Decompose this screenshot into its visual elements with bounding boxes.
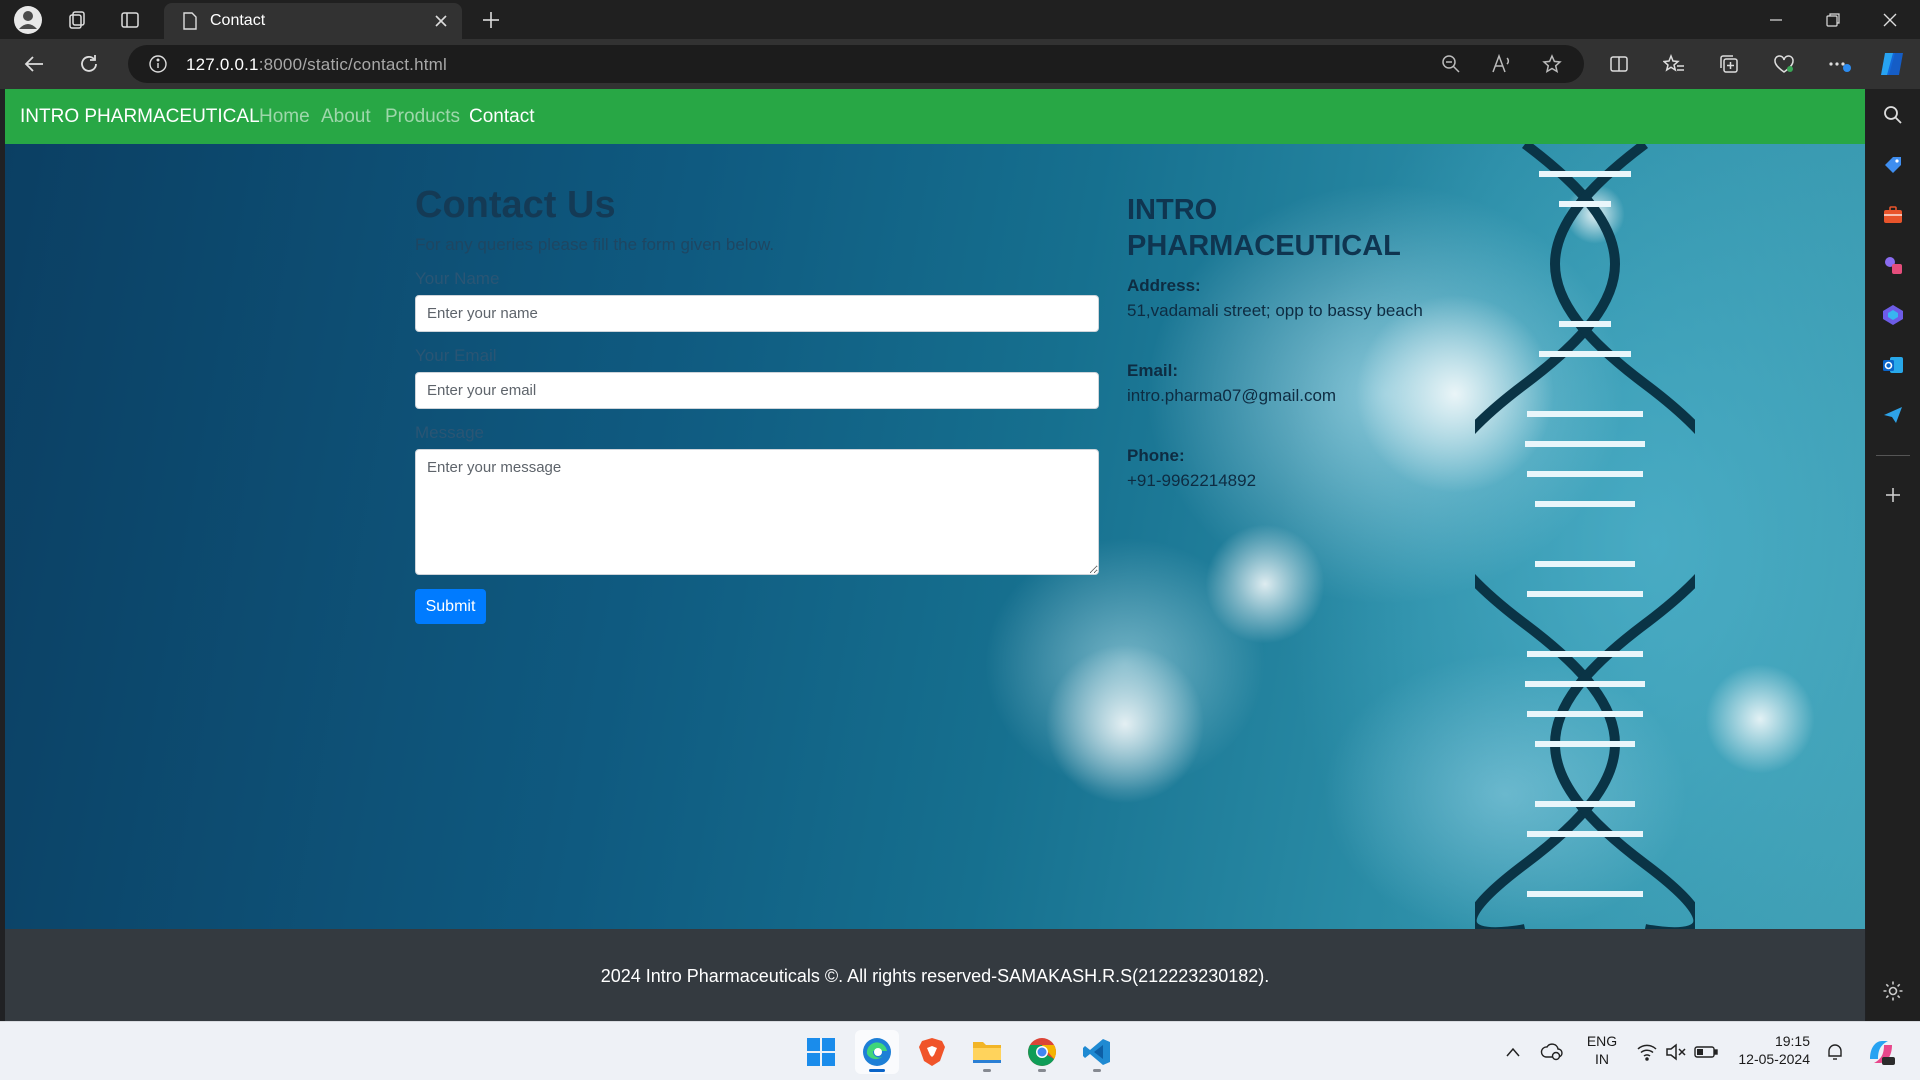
email-label: Your Email bbox=[415, 346, 497, 365]
language-indicator[interactable]: ENG IN bbox=[1582, 1032, 1622, 1068]
start-windows-icon[interactable] bbox=[799, 1030, 843, 1074]
favorites-icon[interactable] bbox=[1658, 48, 1690, 80]
volume-muted-icon[interactable] bbox=[1663, 1039, 1689, 1065]
footer-text: 2024 Intro Pharmaceuticals ©. All rights… bbox=[600, 966, 1270, 986]
contact-lead-text: For any queries please fill the form giv… bbox=[415, 235, 775, 254]
close-tab-icon[interactable] bbox=[430, 10, 452, 32]
address-label: Address: bbox=[1127, 276, 1201, 295]
taskbar-vscode-icon[interactable] bbox=[1075, 1030, 1119, 1074]
background-light bbox=[1205, 524, 1325, 644]
sidebar-settings-gear-icon[interactable] bbox=[1877, 975, 1909, 1007]
reload-icon[interactable] bbox=[73, 48, 105, 80]
dna-helix-image bbox=[1475, 144, 1695, 929]
navbar-brand[interactable]: INTRO PHARMACEUTICAL bbox=[20, 106, 260, 128]
url-text[interactable]: 127.0.0.1:8000/static/contact.html bbox=[186, 55, 447, 75]
url-path: :8000/static/contact.html bbox=[258, 55, 448, 74]
submit-button[interactable]: Submit bbox=[415, 589, 486, 624]
favorite-star-icon[interactable] bbox=[1539, 51, 1565, 77]
message-textarea[interactable] bbox=[415, 449, 1099, 575]
back-icon[interactable] bbox=[18, 48, 50, 80]
taskbar-chrome-icon[interactable] bbox=[1020, 1030, 1064, 1074]
show-hidden-icons-chevron-up-icon[interactable] bbox=[1500, 1039, 1526, 1065]
email-info-label: Email: bbox=[1127, 361, 1179, 380]
company-info-column: INTRO PHARMACEUTICAL Address: 51,vadamal… bbox=[1127, 192, 1487, 491]
web-page: INTRO PHARMACEUTICAL Home About Products… bbox=[5, 89, 1865, 1021]
profile-icon[interactable] bbox=[12, 4, 44, 36]
browser-tab-strip: Contact bbox=[0, 0, 1920, 39]
language-line-2: IN bbox=[1595, 1051, 1609, 1067]
games-icon[interactable] bbox=[1877, 249, 1909, 281]
shopping-tag-icon[interactable] bbox=[1877, 149, 1909, 181]
browser-essentials-icon[interactable] bbox=[1768, 48, 1800, 80]
taskbar-file-explorer-icon[interactable] bbox=[965, 1030, 1009, 1074]
nav-link-contact[interactable]: Contact bbox=[469, 106, 534, 128]
running-app-indicator bbox=[1038, 1069, 1046, 1072]
clock-time: 19:15 bbox=[1774, 1033, 1810, 1049]
taskbar-brave-icon[interactable] bbox=[910, 1030, 954, 1074]
nav-link-about[interactable]: About bbox=[321, 106, 371, 128]
close-window-icon[interactable] bbox=[1862, 0, 1918, 39]
contact-form-column: Contact Us For any queries please fill t… bbox=[415, 184, 1105, 624]
windows-taskbar: ENG IN 19:15 12-05-2024 bbox=[0, 1021, 1920, 1080]
contact-heading: Contact Us bbox=[415, 184, 616, 226]
zoom-out-icon[interactable] bbox=[1438, 51, 1464, 77]
nav-link-home[interactable]: Home bbox=[259, 106, 310, 128]
active-tab[interactable]: Contact bbox=[164, 3, 462, 39]
collections-icon[interactable] bbox=[1713, 48, 1745, 80]
send-icon[interactable] bbox=[1877, 399, 1909, 431]
site-info-icon[interactable] bbox=[145, 51, 171, 77]
page-icon bbox=[183, 12, 197, 30]
minimize-icon[interactable] bbox=[1748, 0, 1804, 39]
site-navbar: INTRO PHARMACEUTICAL Home About Products… bbox=[5, 89, 1865, 144]
clock-date: 12-05-2024 bbox=[1738, 1051, 1810, 1067]
address-value: 51,vadamali street; opp to bassy beach bbox=[1127, 301, 1423, 320]
battery-icon[interactable] bbox=[1693, 1039, 1719, 1065]
outlook-icon[interactable] bbox=[1877, 349, 1909, 381]
workspaces-icon[interactable] bbox=[61, 4, 93, 36]
more-options-icon[interactable] bbox=[1823, 48, 1855, 80]
language-line-1: ENG bbox=[1586, 1033, 1618, 1049]
background-light bbox=[1705, 664, 1815, 774]
nav-link-products[interactable]: Products bbox=[385, 106, 460, 128]
read-aloud-icon[interactable] bbox=[1489, 51, 1515, 77]
phone-value: +91-9962214892 bbox=[1127, 471, 1257, 490]
copilot-preview-icon[interactable] bbox=[1865, 1036, 1897, 1068]
email-input[interactable] bbox=[415, 372, 1099, 409]
new-tab-icon[interactable] bbox=[475, 4, 507, 36]
address-bar[interactable]: 127.0.0.1:8000/static/contact.html bbox=[128, 45, 1584, 83]
company-title: INTRO PHARMACEUTICAL bbox=[1127, 194, 1401, 262]
sidebar-search-icon[interactable] bbox=[1877, 99, 1909, 131]
copilot-sidebar-icon[interactable] bbox=[1877, 299, 1909, 331]
restore-icon[interactable] bbox=[1805, 0, 1861, 39]
add-sidebar-app-icon[interactable] bbox=[1877, 479, 1909, 511]
sidebar-divider bbox=[1876, 455, 1910, 456]
taskbar-edge-icon[interactable] bbox=[855, 1030, 899, 1074]
background-light bbox=[1045, 644, 1205, 804]
split-screen-icon[interactable] bbox=[1603, 48, 1635, 80]
name-input[interactable] bbox=[415, 295, 1099, 332]
phone-label: Phone: bbox=[1127, 446, 1185, 465]
notifications-bell-icon[interactable] bbox=[1822, 1039, 1848, 1065]
clock[interactable]: 19:15 12-05-2024 bbox=[1730, 1032, 1810, 1068]
contact-section: Contact Us For any queries please fill t… bbox=[5, 144, 1865, 929]
site-footer: 2024 Intro Pharmaceuticals ©. All rights… bbox=[5, 929, 1865, 1021]
running-app-indicator bbox=[983, 1069, 991, 1072]
contact-form: Your Name Your Email Message Submit bbox=[415, 269, 1105, 624]
wifi-icon[interactable] bbox=[1634, 1039, 1660, 1065]
browser-sidebar bbox=[1866, 89, 1920, 1021]
vertical-tabs-icon[interactable] bbox=[114, 4, 146, 36]
browser-toolbar: 127.0.0.1:8000/static/contact.html bbox=[0, 39, 1920, 89]
onedrive-sync-icon[interactable] bbox=[1539, 1039, 1565, 1065]
copilot-icon[interactable] bbox=[1877, 48, 1909, 80]
email-info-value: intro.pharma07@gmail.com bbox=[1127, 386, 1337, 405]
tab-title: Contact bbox=[210, 12, 266, 29]
running-app-indicator bbox=[1093, 1069, 1101, 1072]
tools-briefcase-icon[interactable] bbox=[1877, 199, 1909, 231]
message-label: Message bbox=[415, 423, 484, 442]
name-label: Your Name bbox=[415, 269, 500, 288]
active-app-indicator bbox=[869, 1069, 885, 1072]
url-host: 127.0.0.1 bbox=[186, 55, 259, 74]
